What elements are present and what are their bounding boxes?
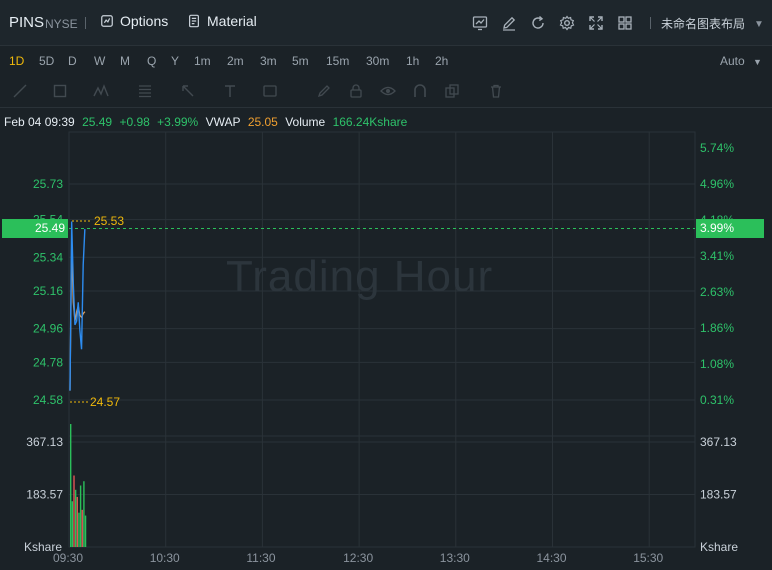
time-axis-label: 10:30 [150,551,180,565]
price-axis-label: 24.58 [33,393,63,407]
volume-bar [81,509,83,547]
time-axis-label: 12:30 [343,551,373,565]
volume-axis-label: 367.13 [700,435,737,449]
volume-axis-label: 183.57 [700,487,737,501]
volume-bar [79,485,82,547]
percent-axis-label: 1.08% [700,357,734,371]
percent-axis-label: 1.86% [700,321,734,335]
watermark: Trading Hour [226,252,494,301]
volume-bar [70,424,72,547]
current-pct-tag: 3.99% [696,219,764,238]
volume-axis-label: 367.13 [26,435,63,449]
volume-axis-label: 183.57 [26,487,63,501]
volume-bar [78,512,80,547]
percent-axis-label: 0.31% [700,393,734,407]
time-axis-label: 14:30 [537,551,567,565]
chart-frame [68,131,696,548]
volume-bar [83,481,85,547]
volume-bar [76,496,78,547]
price-axis-label: 24.96 [33,322,63,336]
percent-axis-label: 3.41% [700,249,734,263]
current-price-tag: 25.49 [2,219,68,238]
price-line [69,221,86,391]
price-axis-label: 25.34 [33,250,63,264]
percent-axis-label: 5.74% [700,141,734,155]
price-axis-label: 25.16 [33,284,63,298]
high-marker-label: 25.53 [94,214,124,228]
volume-unit-label: Kshare [24,540,62,554]
time-axis-label: 15:30 [633,551,663,565]
volume-bar [73,475,75,547]
percent-axis-label: 4.96% [700,177,734,191]
time-axis-label: 11:30 [246,551,275,565]
volume-unit-label: Kshare [700,540,738,554]
time-axis-label: 13:30 [440,551,470,565]
price-axis-label: 24.78 [33,355,63,369]
volume-bar [74,489,77,547]
volume-bar [71,501,74,547]
percent-axis-label: 2.63% [700,285,734,299]
price-axis-label: 25.73 [33,177,63,191]
low-marker-label: 24.57 [90,395,120,409]
volume-bar [84,515,87,547]
